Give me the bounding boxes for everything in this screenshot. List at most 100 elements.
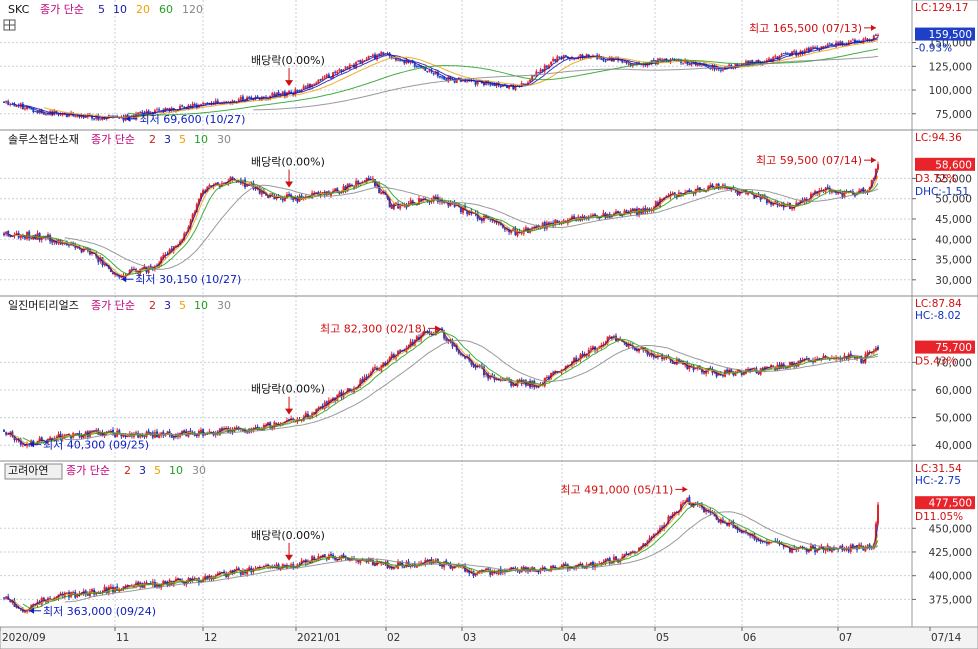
last-price: 477,500 <box>929 498 972 510</box>
price-tick-label: 125,000 <box>929 61 972 73</box>
candle-body <box>313 83 316 85</box>
candle-body <box>690 63 693 66</box>
time-tick-label: 07/14 <box>931 632 962 644</box>
time-tick-label: 02 <box>387 632 400 644</box>
dividend-label: 배당락(0.00%) <box>251 383 325 396</box>
candle-body <box>652 59 655 62</box>
candle-body <box>432 73 435 75</box>
time-axis[interactable]: 2020/09 11 12 2021/01 02 03 04 05 06 07 07/14 <box>0 626 978 649</box>
candle-body <box>554 59 557 62</box>
candle-body <box>323 76 326 79</box>
ma-period-2: 2 <box>149 133 156 146</box>
time-tick-label: 2021/01 <box>297 632 341 644</box>
candle-body <box>535 71 538 77</box>
ma-line-5 <box>12 36 879 120</box>
candle-body <box>466 81 469 83</box>
hc-label: HC:-2.75 <box>915 475 961 487</box>
candle-body <box>334 71 337 73</box>
ma-period-30: 30 <box>192 464 206 477</box>
candle-body <box>426 70 429 72</box>
candle-body <box>23 108 26 110</box>
ma-line-10 <box>22 180 879 275</box>
candle-body <box>23 444 26 446</box>
candle-body <box>550 61 553 65</box>
panel-2[interactable]: 30,00035,00040,00045,00050,00055,000솔루스첨… <box>0 132 978 297</box>
candle-body <box>874 34 877 36</box>
ma-line-5 <box>12 501 879 611</box>
candle-body <box>768 58 771 61</box>
candle-body <box>317 79 320 83</box>
candle-body <box>877 34 879 37</box>
price-tick-label: 100,000 <box>929 85 972 97</box>
time-tick-label: 11 <box>116 632 129 644</box>
candle-body <box>805 48 808 51</box>
candle-body <box>394 58 397 61</box>
candle-body <box>397 59 400 61</box>
candle-body <box>202 102 205 104</box>
symbol-name[interactable]: 솔루스첨단소재 <box>8 133 79 146</box>
panel-4[interactable]: 375,000 400,000 425,000 450,000 고려아연 종가 단순 2 3 5… <box>0 463 978 628</box>
low-annotation: 최저 69,600 (10/27) <box>139 113 245 126</box>
change-pct: -0.93% <box>915 43 952 55</box>
lc-label: LC:87.84 <box>915 298 962 310</box>
ma-line-60 <box>127 48 879 116</box>
candle-body <box>329 77 332 79</box>
candle-body <box>15 105 18 107</box>
candle-body <box>156 109 159 111</box>
candle-body <box>558 56 561 58</box>
candle-body <box>281 91 284 94</box>
candle-body <box>3 429 5 432</box>
candle-body <box>721 70 724 72</box>
candle-body <box>3 233 5 236</box>
time-tick-label: 05 <box>656 632 669 644</box>
candle-body <box>336 71 339 74</box>
symbol-name[interactable]: 일진머티리얼즈 <box>8 298 79 312</box>
time-tick-label: 12 <box>204 632 217 644</box>
stock-chart-canvas[interactable]: 75,000100,000125,000150,000SKC 종가 단순 5 10 20… <box>0 0 978 649</box>
candle-body <box>296 90 299 92</box>
candle-body <box>158 109 161 111</box>
symbol-name[interactable]: 고려아연 <box>8 464 48 477</box>
dividend-arrowhead <box>285 408 294 415</box>
candle-body <box>688 63 691 65</box>
candle-body <box>3 101 5 103</box>
candle-body <box>529 79 532 82</box>
candles <box>3 161 879 280</box>
candle-body <box>780 53 783 55</box>
hc-label: HC:-8.02 <box>915 310 961 322</box>
candle-body <box>774 56 777 58</box>
candle-body <box>828 43 831 45</box>
ma-legend-label: 종가 단순 <box>91 299 135 312</box>
candle-body <box>849 40 852 43</box>
panel-1[interactable]: 75,000100,000125,000150,000SKC 종가 단순 5 10 20… <box>0 2 978 131</box>
candle-body <box>204 102 207 104</box>
candle-body <box>239 97 242 100</box>
candle-body <box>474 81 477 85</box>
candle-body <box>564 55 567 57</box>
candle-body <box>5 100 8 103</box>
change-pct: D5.43% <box>915 356 956 368</box>
candle-body <box>625 61 628 64</box>
panel-3[interactable]: 40,00050,00060,00070,000일진머티리얼즈 종가 단순 2 3 5 1… <box>0 298 978 462</box>
price-tick-label: 45,000 <box>935 214 972 226</box>
symbol-name[interactable]: SKC <box>8 3 30 16</box>
candle-body <box>271 93 274 96</box>
last-price: 75,700 <box>935 342 972 354</box>
candle-body <box>34 111 37 113</box>
candle-body <box>533 75 536 77</box>
time-tick-label: 03 <box>463 632 476 644</box>
last-price: 159,500 <box>929 29 972 41</box>
candle-body <box>537 72 540 74</box>
ma-period-5: 5 <box>179 299 186 312</box>
ma-period-3: 3 <box>139 464 146 477</box>
candle-body <box>545 65 548 68</box>
candle-body <box>36 111 39 114</box>
candle-body <box>74 116 77 118</box>
candle-body <box>369 56 372 58</box>
price-tick-label: 375,000 <box>929 594 972 606</box>
ma-line-2 <box>6 166 879 278</box>
candle-body <box>357 60 360 62</box>
candles <box>3 33 879 123</box>
dhc-label: DHC:-1.51 <box>915 186 969 198</box>
candle-body <box>814 47 817 49</box>
